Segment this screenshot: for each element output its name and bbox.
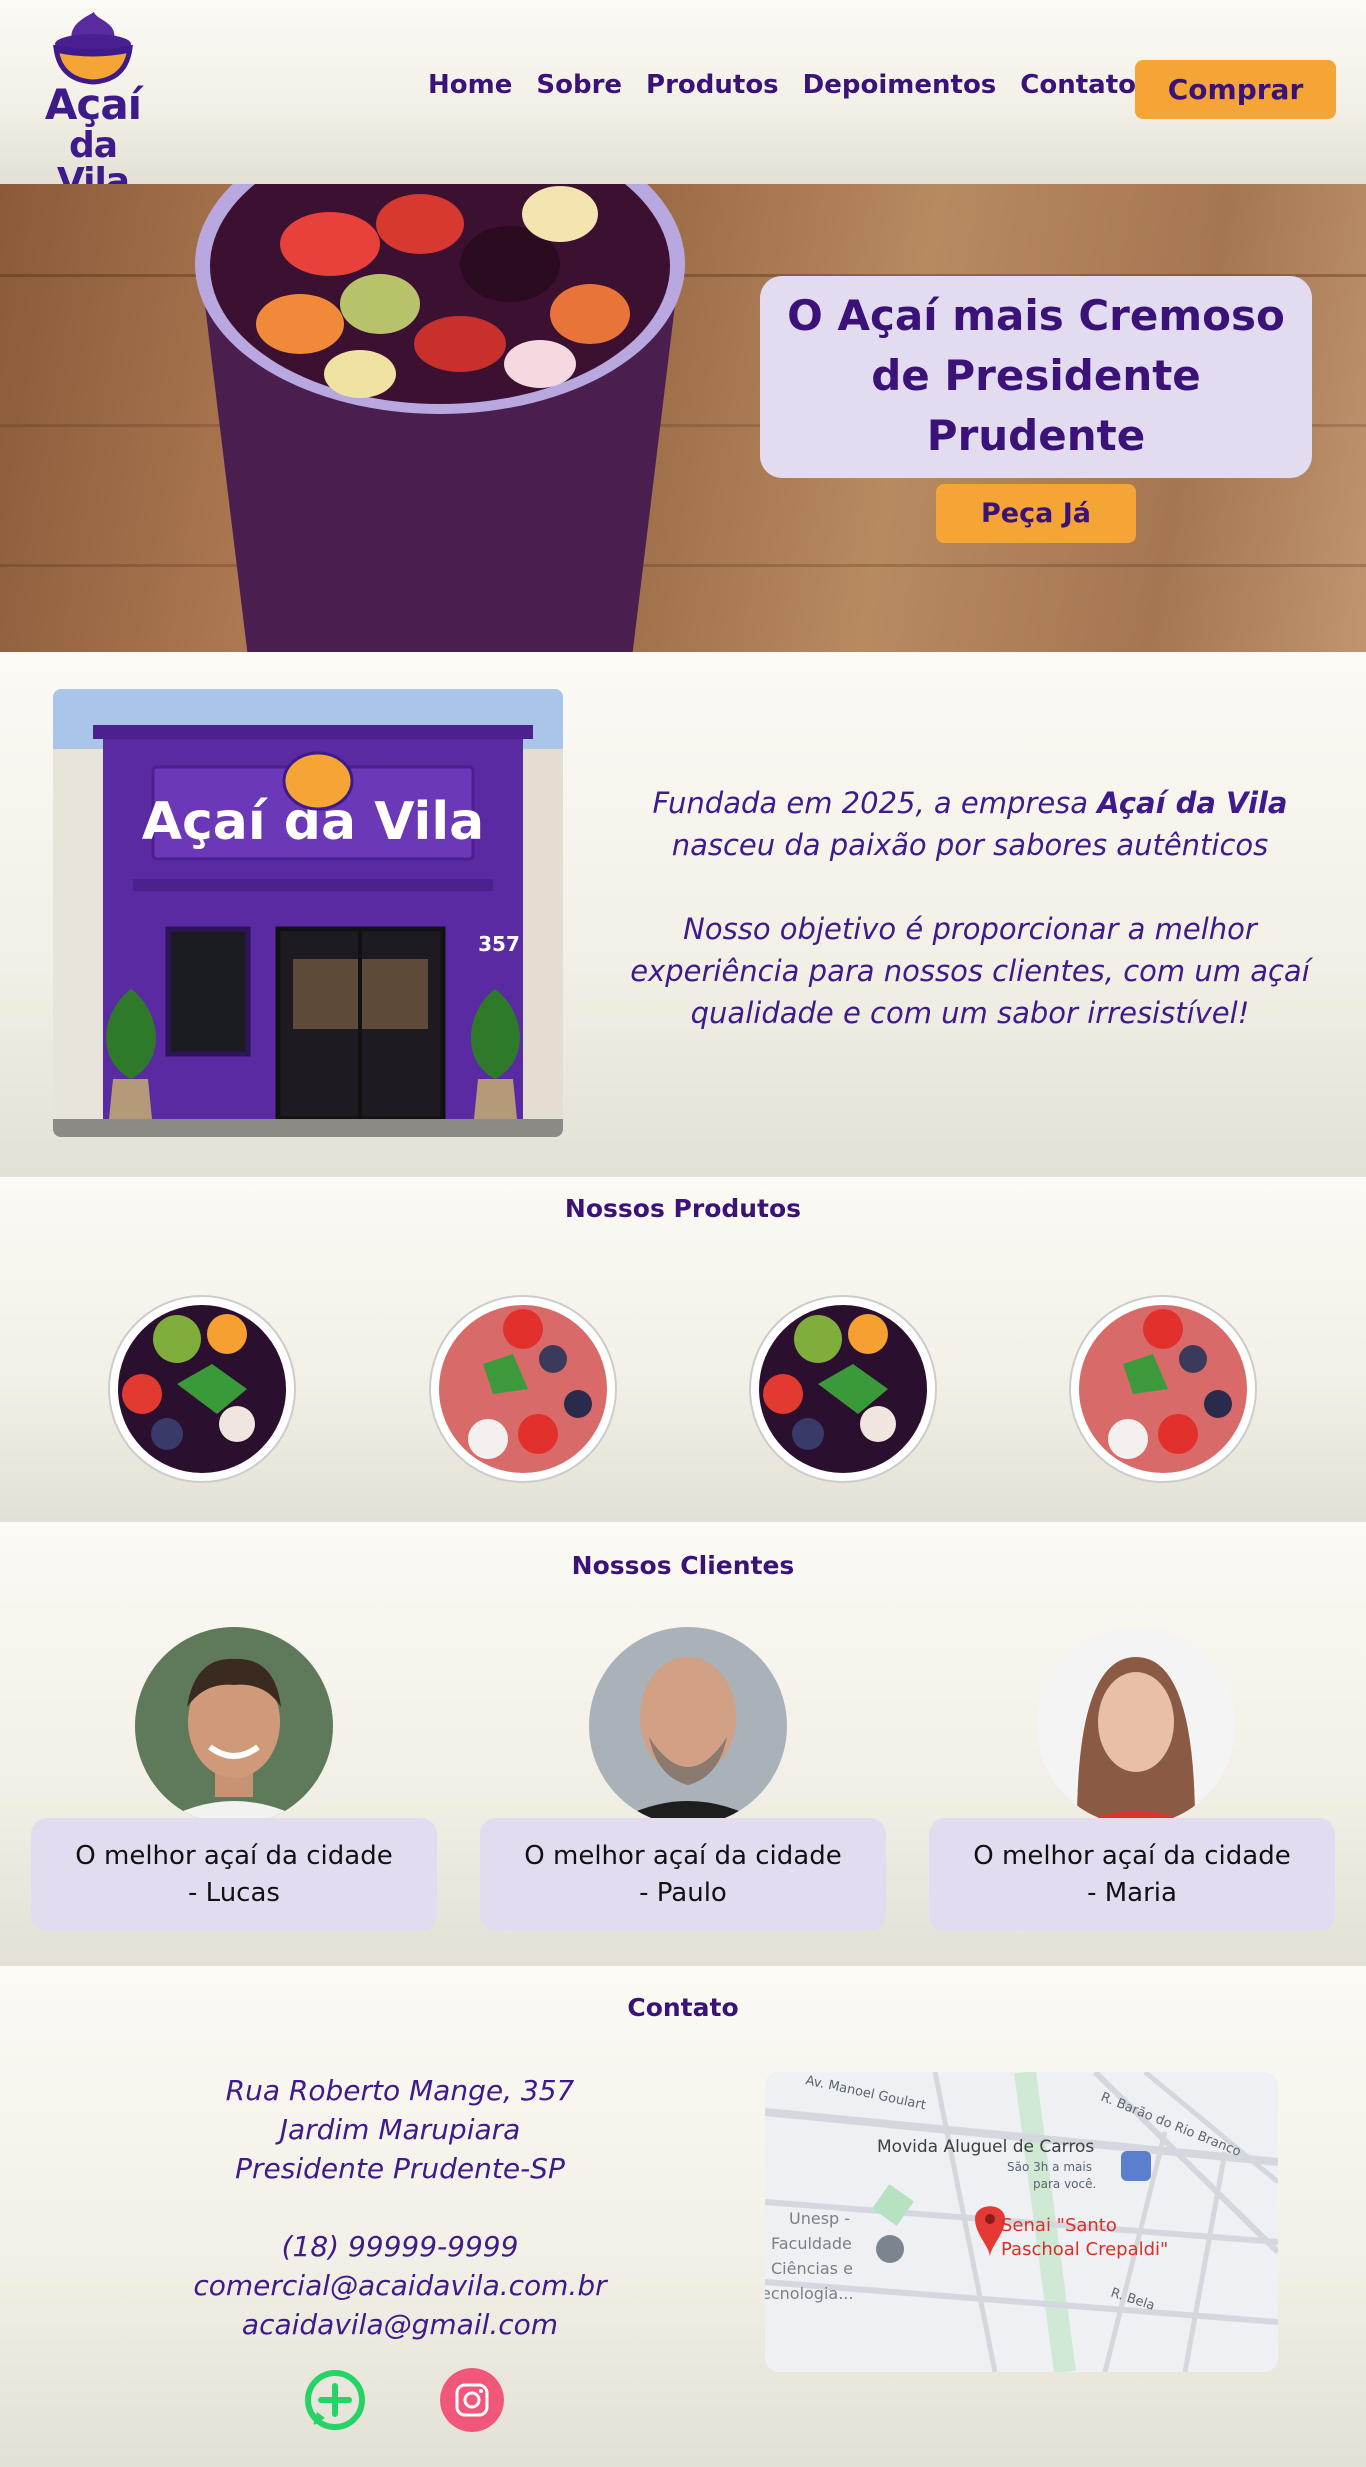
about-text: Fundada em 2025, a empresa Açaí da Vila … (620, 782, 1320, 1034)
about-paragraph-2: Nosso objetivo é proporcionar a melhor e… (630, 912, 1310, 1030)
storefront-image: Açaí da Vila 357 (53, 689, 563, 1137)
email-commercial[interactable]: comercial@acaidavila.com.br (130, 2266, 670, 2305)
hero-title-line2: de Presidente Prudente (871, 351, 1201, 460)
contact-info: Rua Roberto Mange, 357 Jardim Marupiara … (130, 2071, 670, 2344)
logo[interactable]: Açaí da Vila (28, 10, 158, 200)
client-avatar-lucas (135, 1627, 333, 1825)
map-place-unesp-1: Unesp - (789, 2209, 850, 2228)
map-place-movida-sub1: São 3h a mais (1007, 2160, 1092, 2174)
testimonial-card: O melhor açaí da cidade - Maria (929, 1818, 1335, 1931)
nav-sobre[interactable]: Sobre (536, 70, 622, 100)
testimonial-card: O melhor açaí da cidade - Lucas (31, 1818, 437, 1931)
testimonial-author: - Paulo (639, 1878, 727, 1908)
map-place-unesp-2: Faculdade (771, 2234, 852, 2253)
store-number: 357 (478, 932, 520, 956)
address-city: Presidente Prudente-SP (235, 2152, 565, 2185)
map-place-movida: Movida Aluguel de Carros (877, 2137, 1094, 2157)
map-pin-label-1: Senai "Santo (1001, 2215, 1117, 2236)
contact-section: Contato Rua Roberto Mange, 357 Jardim Ma… (0, 1966, 1366, 2467)
contact-title: Contato (627, 1993, 739, 2022)
map-pin-label-2: Paschoal Crepaldi" (1001, 2239, 1168, 2260)
client-avatar-maria (1037, 1627, 1235, 1825)
email-general[interactable]: acaidavila@gmail.com (130, 2305, 670, 2344)
testimonial-quote: O melhor açaí da cidade (524, 1841, 842, 1871)
site-header: Açaí da Vila Home Sobre Produtos Depoime… (0, 0, 1366, 200)
map-place-unesp-3: Ciências e (771, 2259, 853, 2278)
address-district: Jardim Marupiara (279, 2113, 521, 2146)
testimonial-author: - Lucas (188, 1878, 280, 1908)
hero-title-line1: O Açaí mais Cremoso (787, 291, 1285, 340)
client-avatar-paulo (589, 1627, 787, 1825)
acai-cup-image (195, 184, 685, 652)
products-title: Nossos Produtos (564, 1194, 802, 1223)
brand-name: Açaí da Vila (1097, 786, 1288, 820)
phone-number[interactable]: (18) 99999-9999 (130, 2227, 670, 2266)
order-now-button[interactable]: Peça Já (936, 484, 1136, 543)
clients-title: Nossos Clientes (571, 1551, 795, 1580)
nav-contato[interactable]: Contato (1020, 70, 1136, 100)
nav-produtos[interactable]: Produtos (646, 70, 779, 100)
address-street: Rua Roberto Mange, 357 (225, 2074, 575, 2107)
school-icon (876, 2235, 904, 2263)
instagram-icon[interactable] (440, 2368, 504, 2432)
buy-button[interactable]: Comprar (1135, 60, 1336, 119)
about-paragraph-1: Fundada em 2025, a empresa Açaí da Vila … (620, 782, 1320, 866)
nav-depoimentos[interactable]: Depoimentos (803, 70, 997, 100)
map-place-unesp-4: ecnologia... (765, 2284, 853, 2303)
location-map[interactable]: Av. Manoel Goulart R. Barão do Rio Branc… (765, 2072, 1278, 2372)
acai-bowl-logo-icon (53, 12, 133, 85)
car-rental-icon (1121, 2151, 1151, 2181)
nav-home[interactable]: Home (428, 70, 512, 100)
products-section: Nossos Produtos (0, 1177, 1366, 1522)
logo-line1: Açaí (44, 80, 142, 129)
testimonial-card: O melhor açaí da cidade - Paulo (480, 1818, 886, 1931)
hero-banner: O Açaí mais Cremoso de Presidente Pruden… (0, 184, 1366, 652)
about-p1-suffix: nasceu da paixão por sabores autênticos (671, 828, 1269, 862)
testimonial-author: - Maria (1087, 1878, 1177, 1908)
product-bowl-2[interactable] (428, 1294, 618, 1484)
product-bowl-4[interactable] (1068, 1294, 1258, 1484)
clients-section: Nossos Clientes O melhor açaí da cidade … (0, 1522, 1366, 1966)
product-bowl-1[interactable] (107, 1294, 297, 1484)
map-place-movida-sub2: para você. (1033, 2177, 1096, 2191)
testimonial-quote: O melhor açaí da cidade (973, 1841, 1291, 1871)
about-section: Açaí da Vila 357 Fundada em 2025, a empr… (0, 652, 1366, 1177)
product-bowl-3[interactable] (748, 1294, 938, 1484)
whatsapp-icon[interactable] (303, 2368, 367, 2432)
testimonial-quote: O melhor açaí da cidade (75, 1841, 393, 1871)
main-nav: Home Sobre Produtos Depoimentos Contato (428, 70, 1136, 100)
about-p1-prefix: Fundada em 2025, a empresa (652, 786, 1098, 820)
hero-title: O Açaí mais Cremoso de Presidente Pruden… (760, 276, 1312, 478)
